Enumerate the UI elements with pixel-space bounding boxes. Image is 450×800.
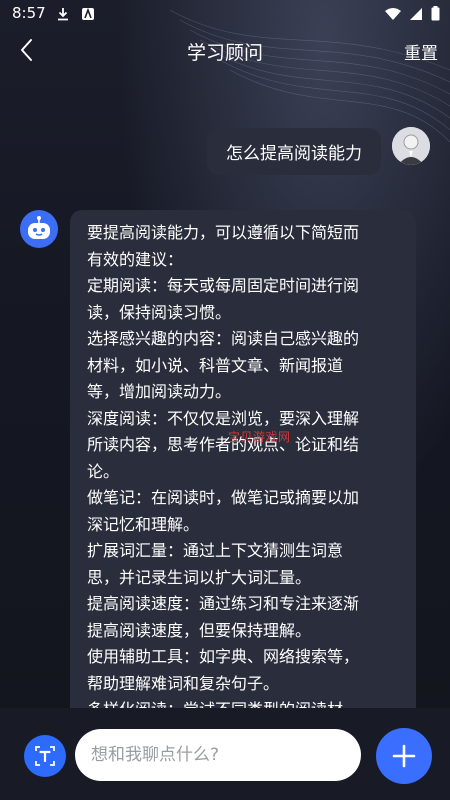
chat-input[interactable]	[75, 729, 361, 781]
plus-icon	[392, 744, 416, 768]
bot-message-line: 提高阅读速度：通过练习和专注来逐渐	[87, 594, 360, 613]
text-mode-button[interactable]	[24, 735, 66, 777]
watermark: 宝贝游戏网	[228, 430, 291, 444]
bot-message-text: 要提高阅读能力，可以遵循以下简短而 有效的建议： 定期阅读：每天或每周固定时间进行阅…	[70, 210, 416, 720]
download-icon	[58, 8, 68, 21]
add-button[interactable]	[376, 728, 432, 784]
user-avatar-icon	[392, 127, 430, 165]
bot-message-line: 读，保持阅读习惯。	[87, 302, 232, 322]
bot-message-line: 帮助理解难词和复杂句子。	[87, 673, 280, 693]
bot-message-line: 等，增加阅读动力。	[87, 382, 232, 401]
bot-avatar	[20, 210, 58, 248]
app-a-icon	[82, 7, 95, 20]
status-bar: 8:57	[0, 0, 450, 26]
user-message-bubble: 怎么提高阅读能力	[207, 128, 381, 175]
bot-message-line: 深记忆和理解。	[87, 514, 200, 534]
battery-icon	[431, 6, 440, 21]
bot-message-line: 做笔记：在阅读时，做笔记或摘要以加	[87, 488, 360, 507]
bot-message-line: 选择感兴趣的内容：阅读自己感兴趣的	[87, 329, 360, 348]
status-icons-right	[384, 6, 440, 25]
robot-icon	[20, 210, 58, 248]
page-title: 学习顾问	[186, 42, 263, 64]
bot-message-line: 要提高阅读能力，可以遵循以下简短而	[87, 223, 360, 242]
bot-message-line: 论。	[87, 461, 120, 481]
text-mode-icon	[35, 746, 55, 766]
bot-message-line: 思，并记录生词以扩大词汇量。	[87, 567, 312, 587]
status-time: 8:57	[12, 4, 46, 22]
bot-message-bubble: 要提高阅读能力，可以遵循以下简短而 有效的建议： 定期阅读：每天或每周固定时间进行阅…	[70, 210, 416, 720]
signal-icon	[409, 8, 422, 20]
bot-message-line: 提高阅读速度，但要保持理解。	[87, 620, 312, 640]
bot-message-line: 材料，如小说、科普文章、新闻报道	[87, 355, 344, 375]
top-nav-bar: 学习顾问 重置	[0, 26, 450, 76]
wifi-icon	[384, 8, 401, 20]
bot-message-line: 有效的建议：	[87, 249, 184, 269]
bot-message-line: 扩展词汇量：通过上下文猜测生词意	[87, 541, 344, 560]
reset-button[interactable]: 重置	[404, 39, 438, 64]
user-message-text: 怎么提高阅读能力	[226, 144, 362, 164]
input-bar	[0, 708, 450, 800]
bot-message-line: 定期阅读：每天或每周固定时间进行阅	[87, 276, 360, 295]
bot-message-line: 使用辅助工具：如字典、网络搜索等，	[87, 647, 360, 666]
user-avatar[interactable]	[392, 127, 430, 165]
status-icons-left	[56, 6, 95, 25]
